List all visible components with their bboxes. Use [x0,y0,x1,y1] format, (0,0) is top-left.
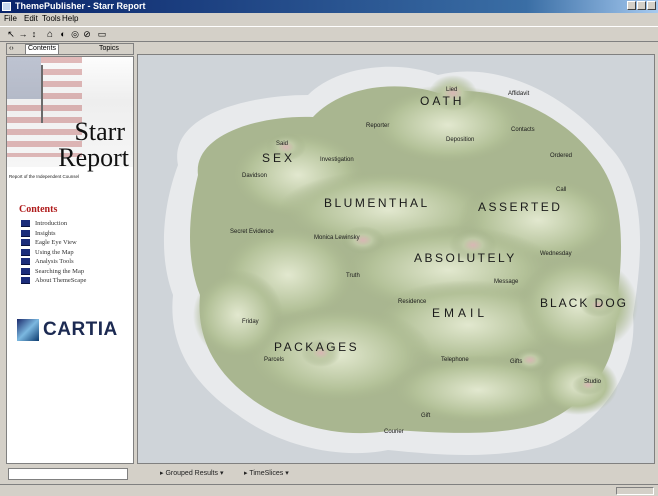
map-label-telephone[interactable]: Telephone [441,357,469,363]
book-icon [21,239,30,247]
up-icon[interactable]: ↕ [30,29,38,40]
maximize-button[interactable] [637,1,646,10]
contents-item-searching-the-map[interactable]: Searching the Map [21,267,86,277]
book-icon [21,248,30,256]
map-theme-label-blumenthal[interactable]: BLUMENTHAL [324,196,430,210]
map-label-monica-lewinsky[interactable]: Monica Lewinsky [314,235,360,241]
map-theme-label-asserted[interactable]: ASSERTED [478,200,562,214]
map-theme-label-black-dog[interactable]: BLACK DOG [540,296,628,310]
window-title: ThemePublisher - Starr Report [15,1,146,11]
map-label-courier[interactable]: Courier [384,429,404,435]
map-label-call[interactable]: Call [556,187,566,193]
map-label-studio[interactable]: Studio [584,379,602,385]
book-icon [21,220,30,228]
grouped-results-tab[interactable]: ▸ Grouped Results ▾ [160,469,223,477]
map-theme-label-sex[interactable]: SEX [262,151,295,165]
themescape-map[interactable]: OATH SEX BLUMENTHAL ASSERTED ABSOLUTELY … [137,54,655,464]
tab-contents[interactable]: Contents [25,44,60,55]
map-label-affidavit[interactable]: Affidavit [508,91,530,97]
map-theme-label-packages[interactable]: PACKAGES [274,340,359,354]
collapse-icon[interactable]: ‹› [9,45,14,52]
map-label-secret-evidence[interactable]: Secret Evidence [230,229,274,235]
minimize-button[interactable] [627,1,636,10]
timeslices-tab[interactable]: ▸ TimeSlices ▾ [244,469,289,477]
status-bar [0,484,658,496]
map-label-friday[interactable]: Friday [242,319,259,325]
menu-edit[interactable]: Edit [24,14,38,23]
home-icon[interactable]: ⌂ [44,29,56,40]
banner-title-line2: Report [58,143,129,172]
map-theme-label-absolutely[interactable]: ABSOLUTELY [414,251,517,265]
left-pane-tabs: ‹› Contents Topics [6,43,134,55]
hill [193,270,283,360]
menu-bar: File Edit Tools Help [0,13,658,25]
map-label-investigation[interactable]: Investigation [320,157,354,163]
map-label-deposition[interactable]: Deposition [446,137,474,143]
map-label-gifts[interactable]: Gifts [510,359,522,365]
map-theme-label-email[interactable]: EMAIL [432,306,488,320]
map-label-contacts[interactable]: Contacts [511,127,535,133]
contents-list: Introduction Insights Eagle Eye View Usi… [21,219,86,286]
map-label-lied[interactable]: Lied [446,87,457,93]
cartia-logo: CARTIA [17,319,118,341]
map-label-said[interactable]: Said [276,141,288,147]
refresh-icon[interactable]: ◎ [70,29,80,40]
title-bar: ThemePublisher - Starr Report [0,0,658,13]
contents-item-about-themescape[interactable]: About ThemeScape [21,276,86,286]
map-theme-label-oath[interactable]: OATH [420,94,464,108]
map-label-gift[interactable]: Gift [421,413,431,419]
print-icon[interactable]: ◐ [58,29,68,40]
map-label-ordered[interactable]: Ordered [550,153,572,159]
map-label-reporter[interactable]: Reporter [366,123,389,129]
banner-subtitle: Report of the Independent Counsel [9,174,80,179]
app-icon [2,2,11,11]
menu-file[interactable]: File [4,14,17,23]
window-controls [627,1,656,10]
contents-heading: Contents [19,204,58,215]
flagpole-image [41,65,43,123]
book-icon [21,277,30,285]
status-cell [616,487,654,495]
contents-item-analysis-tools[interactable]: Analysis Tools [21,257,86,267]
flag-image [7,57,82,157]
contents-item-insights[interactable]: Insights [21,229,86,239]
menu-tools[interactable]: Tools [42,14,61,23]
map-label-parcels[interactable]: Parcels [264,357,284,363]
contents-pane: Starr Report Report of the Independent C… [6,56,134,464]
banner-title-line1: Starr [74,117,125,146]
search-input[interactable] [8,468,128,480]
book-icon [21,258,30,266]
map-label-residence[interactable]: Residence [398,299,427,305]
contents-item-introduction[interactable]: Introduction [21,219,86,229]
book-icon [21,229,30,237]
map-label-message[interactable]: Message [494,279,519,285]
map-label-wednesday[interactable]: Wednesday [540,251,572,257]
cartia-logo-text: CARTIA [43,319,118,340]
results-bar: ▸ Grouped Results ▾ ▸ TimeSlices ▾ [0,466,658,482]
toolbar: ↖ → ↕ ⌂ ◐ ◎ ⊘ ▭ [0,26,658,42]
menu-help[interactable]: Help [62,14,78,23]
peak [572,375,604,395]
tab-topics[interactable]: Topics [99,45,119,52]
map-label-davidson[interactable]: Davidson [242,173,267,179]
stop-icon[interactable]: ⊘ [82,29,92,40]
forward-icon[interactable]: → [18,29,28,40]
book-icon [21,267,30,275]
terrain-svg: OATH SEX BLUMENTHAL ASSERTED ABSOLUTELY … [138,55,654,463]
starr-report-banner: Starr Report [7,57,133,171]
contents-item-eagle-eye-view[interactable]: Eagle Eye View [21,238,86,248]
back-icon[interactable]: ↖ [6,29,16,40]
settings-icon[interactable]: ▭ [96,29,108,40]
map-label-truth[interactable]: Truth [346,273,360,279]
contents-item-using-the-map[interactable]: Using the Map [21,248,86,258]
close-button[interactable] [647,1,656,10]
cartia-logo-mark [17,319,39,341]
